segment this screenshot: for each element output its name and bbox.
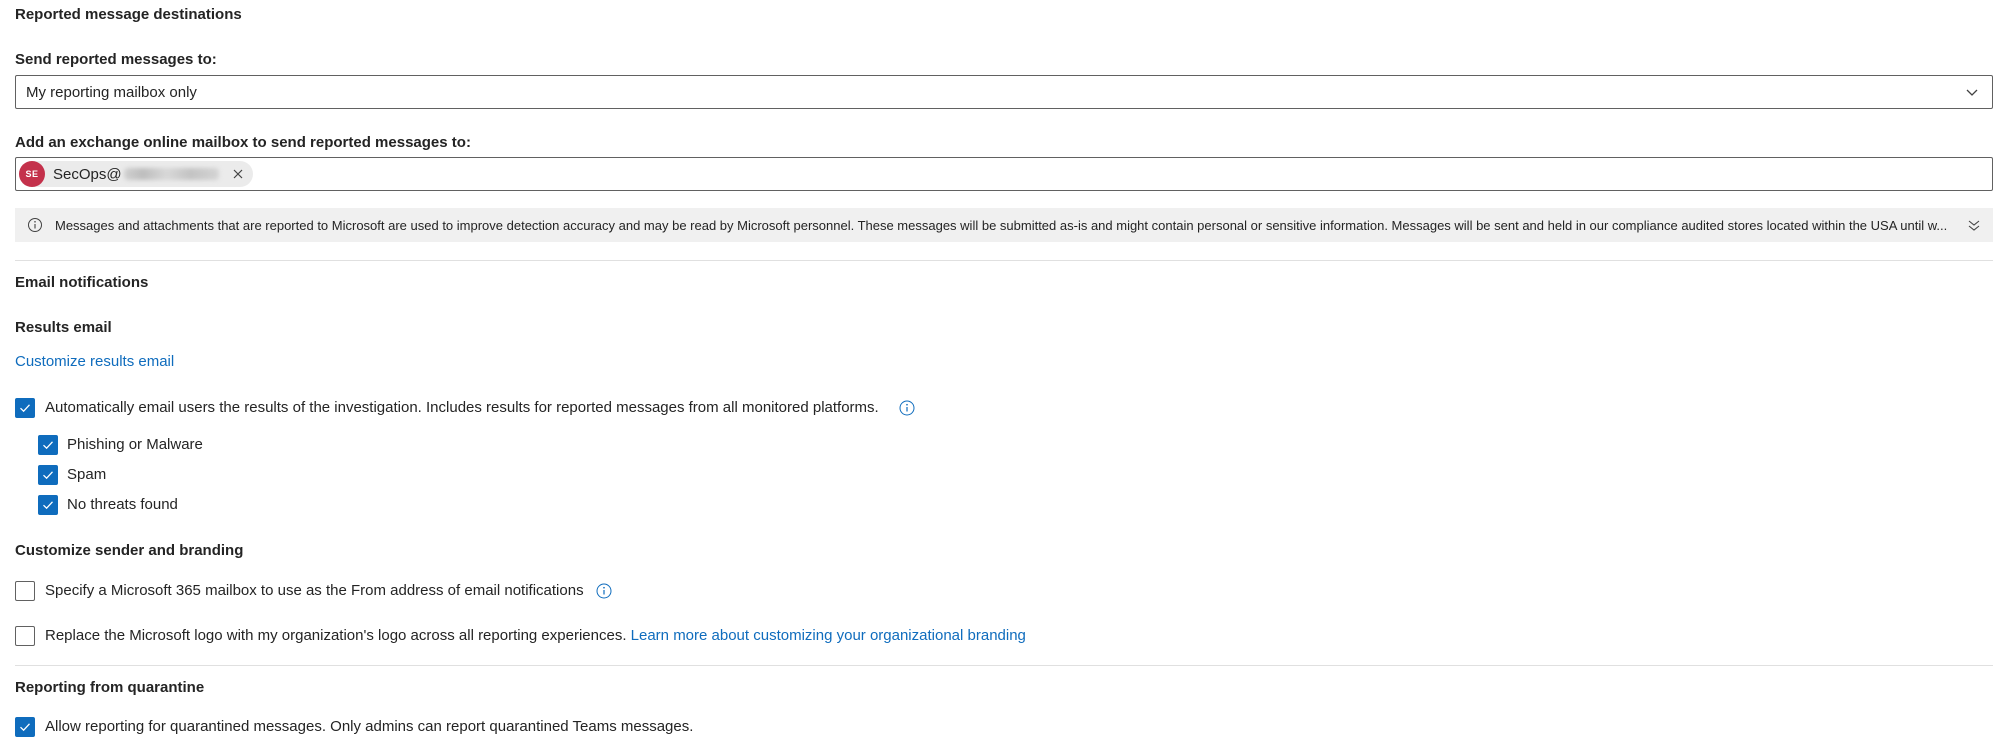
branding-heading: Customize sender and branding xyxy=(15,542,244,559)
redacted-domain xyxy=(123,168,219,180)
auto-email-checkbox[interactable] xyxy=(15,398,35,418)
from-mailbox-checkbox[interactable] xyxy=(15,581,35,601)
org-logo-checkbox[interactable] xyxy=(15,626,35,646)
checkmark-icon xyxy=(43,501,53,510)
send-reported-dropdown[interactable]: My reporting mailbox only xyxy=(15,75,1993,109)
info-icon xyxy=(28,218,42,232)
section-heading-destinations: Reported message destinations xyxy=(15,6,242,23)
customize-results-email-link[interactable]: Customize results email xyxy=(15,353,174,370)
close-icon[interactable] xyxy=(231,167,245,181)
auto-email-label: Automatically email users the results of… xyxy=(45,399,879,416)
spam-checkbox[interactable] xyxy=(38,465,58,485)
results-email-label: Results email xyxy=(15,319,112,336)
info-message-text: Messages and attachments that are report… xyxy=(55,217,1948,233)
double-chevron-down-icon[interactable] xyxy=(1967,218,1981,232)
send-reported-label: Send reported messages to: xyxy=(15,51,217,68)
section-divider xyxy=(15,665,1993,666)
org-logo-label: Replace the Microsoft logo with my organ… xyxy=(45,627,1026,644)
mailbox-chip[interactable]: SE SecOps@ xyxy=(19,161,253,187)
send-reported-value: My reporting mailbox only xyxy=(26,83,197,101)
org-logo-label-text: Replace the Microsoft logo with my organ… xyxy=(45,627,627,644)
section-heading-quarantine: Reporting from quarantine xyxy=(15,679,205,696)
chevron-down-icon xyxy=(1966,89,1978,96)
quarantine-reporting-checkbox[interactable] xyxy=(15,717,35,737)
quarantine-reporting-label: Allow reporting for quarantined messages… xyxy=(45,718,694,735)
no-threats-label: No threats found xyxy=(67,496,178,513)
from-mailbox-label: Specify a Microsoft 365 mailbox to use a… xyxy=(45,582,584,599)
info-icon[interactable] xyxy=(596,583,612,599)
branding-learn-more-link[interactable]: Learn more about customizing your organi… xyxy=(631,627,1026,644)
section-divider xyxy=(15,260,1993,261)
checkmark-icon xyxy=(43,441,53,450)
info-icon[interactable] xyxy=(899,400,915,416)
info-message-bar: Messages and attachments that are report… xyxy=(15,208,1993,242)
phishing-malware-label: Phishing or Malware xyxy=(67,436,203,453)
no-threats-checkbox[interactable] xyxy=(38,495,58,515)
mailbox-label: Add an exchange online mailbox to send r… xyxy=(15,134,471,151)
phishing-malware-checkbox[interactable] xyxy=(38,435,58,455)
checkmark-icon xyxy=(20,723,30,732)
mailbox-chip-name: SecOps@ xyxy=(53,165,122,183)
avatar: SE xyxy=(19,161,45,187)
checkmark-icon xyxy=(43,471,53,480)
section-heading-email-notifications: Email notifications xyxy=(15,274,149,291)
mailbox-picker-input[interactable]: SE SecOps@ xyxy=(15,157,1993,191)
spam-label: Spam xyxy=(67,466,107,483)
checkmark-icon xyxy=(20,404,30,413)
